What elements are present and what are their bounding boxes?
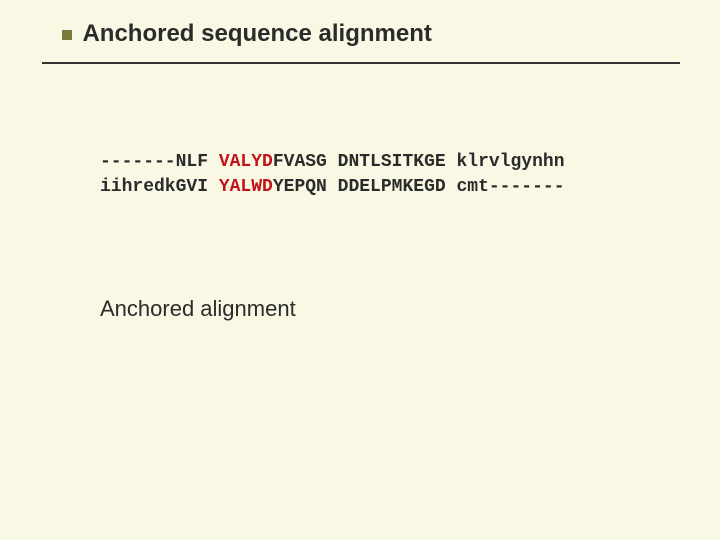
bullet-icon — [62, 30, 72, 40]
seq2-rest: YEPQN DDELPMKEGD cmt------- — [273, 177, 565, 197]
divider — [42, 62, 680, 64]
slide-title: Anchored sequence alignment — [82, 20, 431, 47]
slide: Anchored sequence alignment -------NLF V… — [0, 0, 720, 540]
seq1-anchor: VALYD — [219, 152, 273, 172]
seq2-pre: iihredkGVI — [100, 177, 219, 197]
subtitle: Anchored alignment — [100, 296, 720, 322]
seq2-anchor: YALWD — [219, 177, 273, 197]
title-block: Anchored sequence alignment — [0, 0, 720, 48]
seq1-pre: -------NLF — [100, 152, 219, 172]
alignment-block: -------NLF VALYDFVASG DNTLSITKGE klrvlgy… — [100, 150, 720, 200]
seq1-rest: FVASG DNTLSITKGE klrvlgynhn — [273, 152, 565, 172]
